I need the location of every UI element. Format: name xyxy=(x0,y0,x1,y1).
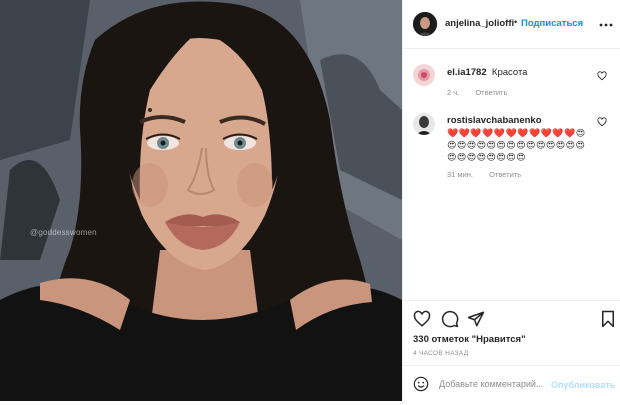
comment-text: el.ia1782 Красота xyxy=(447,66,597,79)
comment-meta: 31 мин. Ответить xyxy=(447,170,535,179)
bookmark-save-icon[interactable] xyxy=(599,310,617,328)
comment-time: 2 ч. xyxy=(447,88,460,97)
author-avatar[interactable] xyxy=(413,12,437,36)
like-heart-icon[interactable] xyxy=(413,310,431,328)
comment-username[interactable]: el.ia1782 xyxy=(447,67,487,78)
comment-username[interactable]: rostislavchabanenko xyxy=(447,115,542,126)
likes-count[interactable]: 330 отметок "Нравится" xyxy=(413,334,526,345)
publish-button[interactable]: Опубликовать xyxy=(551,380,615,390)
comment-body: Красота xyxy=(491,67,528,78)
reply-button[interactable]: Ответить xyxy=(475,88,507,97)
follow-button[interactable]: Подписаться xyxy=(521,18,583,29)
comment-bubble-icon[interactable] xyxy=(441,310,459,328)
post-photo[interactable]: @goddesswomen xyxy=(0,0,402,401)
post-actions: 330 отметок "Нравится" 4 ЧАСОВ НАЗАД Опу… xyxy=(403,300,620,405)
like-comment-heart-icon[interactable] xyxy=(597,117,607,127)
author-username[interactable]: anjelina_jolioffi xyxy=(445,18,514,29)
reply-button[interactable]: Ответить xyxy=(489,170,521,179)
commenter-avatar[interactable] xyxy=(413,64,435,86)
post-timestamp: 4 ЧАСОВ НАЗАД xyxy=(413,350,469,357)
comment-meta: 2 ч. Ответить xyxy=(447,88,521,97)
comment-input[interactable] xyxy=(439,375,547,393)
comment-time: 31 мин. xyxy=(447,170,473,179)
post-header: anjelina_jolioffi • Подписаться xyxy=(403,0,620,49)
share-send-icon[interactable] xyxy=(467,310,485,328)
add-comment-bar: Опубликовать xyxy=(403,365,620,404)
comment-emojis: ❤️❤️❤️❤️❤️❤️❤️❤️❤️❤️❤️😍😍😍😍😍😍😍😍😍😍😍😍😍😍😍😍😍😍… xyxy=(447,128,586,162)
post-side-panel: anjelina_jolioffi • Подписаться el.ia178… xyxy=(402,0,620,401)
portrait-illustration xyxy=(0,0,402,401)
separator-dot: • xyxy=(514,17,518,27)
emoji-smile-icon[interactable] xyxy=(413,376,429,392)
more-options-icon[interactable] xyxy=(599,14,613,30)
commenter-avatar[interactable] xyxy=(413,113,435,135)
like-comment-heart-icon[interactable] xyxy=(597,71,607,81)
comment-text: rostislavchabanenko ❤️❤️❤️❤️❤️❤️❤️❤️❤️❤️… xyxy=(447,114,597,163)
photo-watermark: @goddesswomen xyxy=(30,228,97,237)
